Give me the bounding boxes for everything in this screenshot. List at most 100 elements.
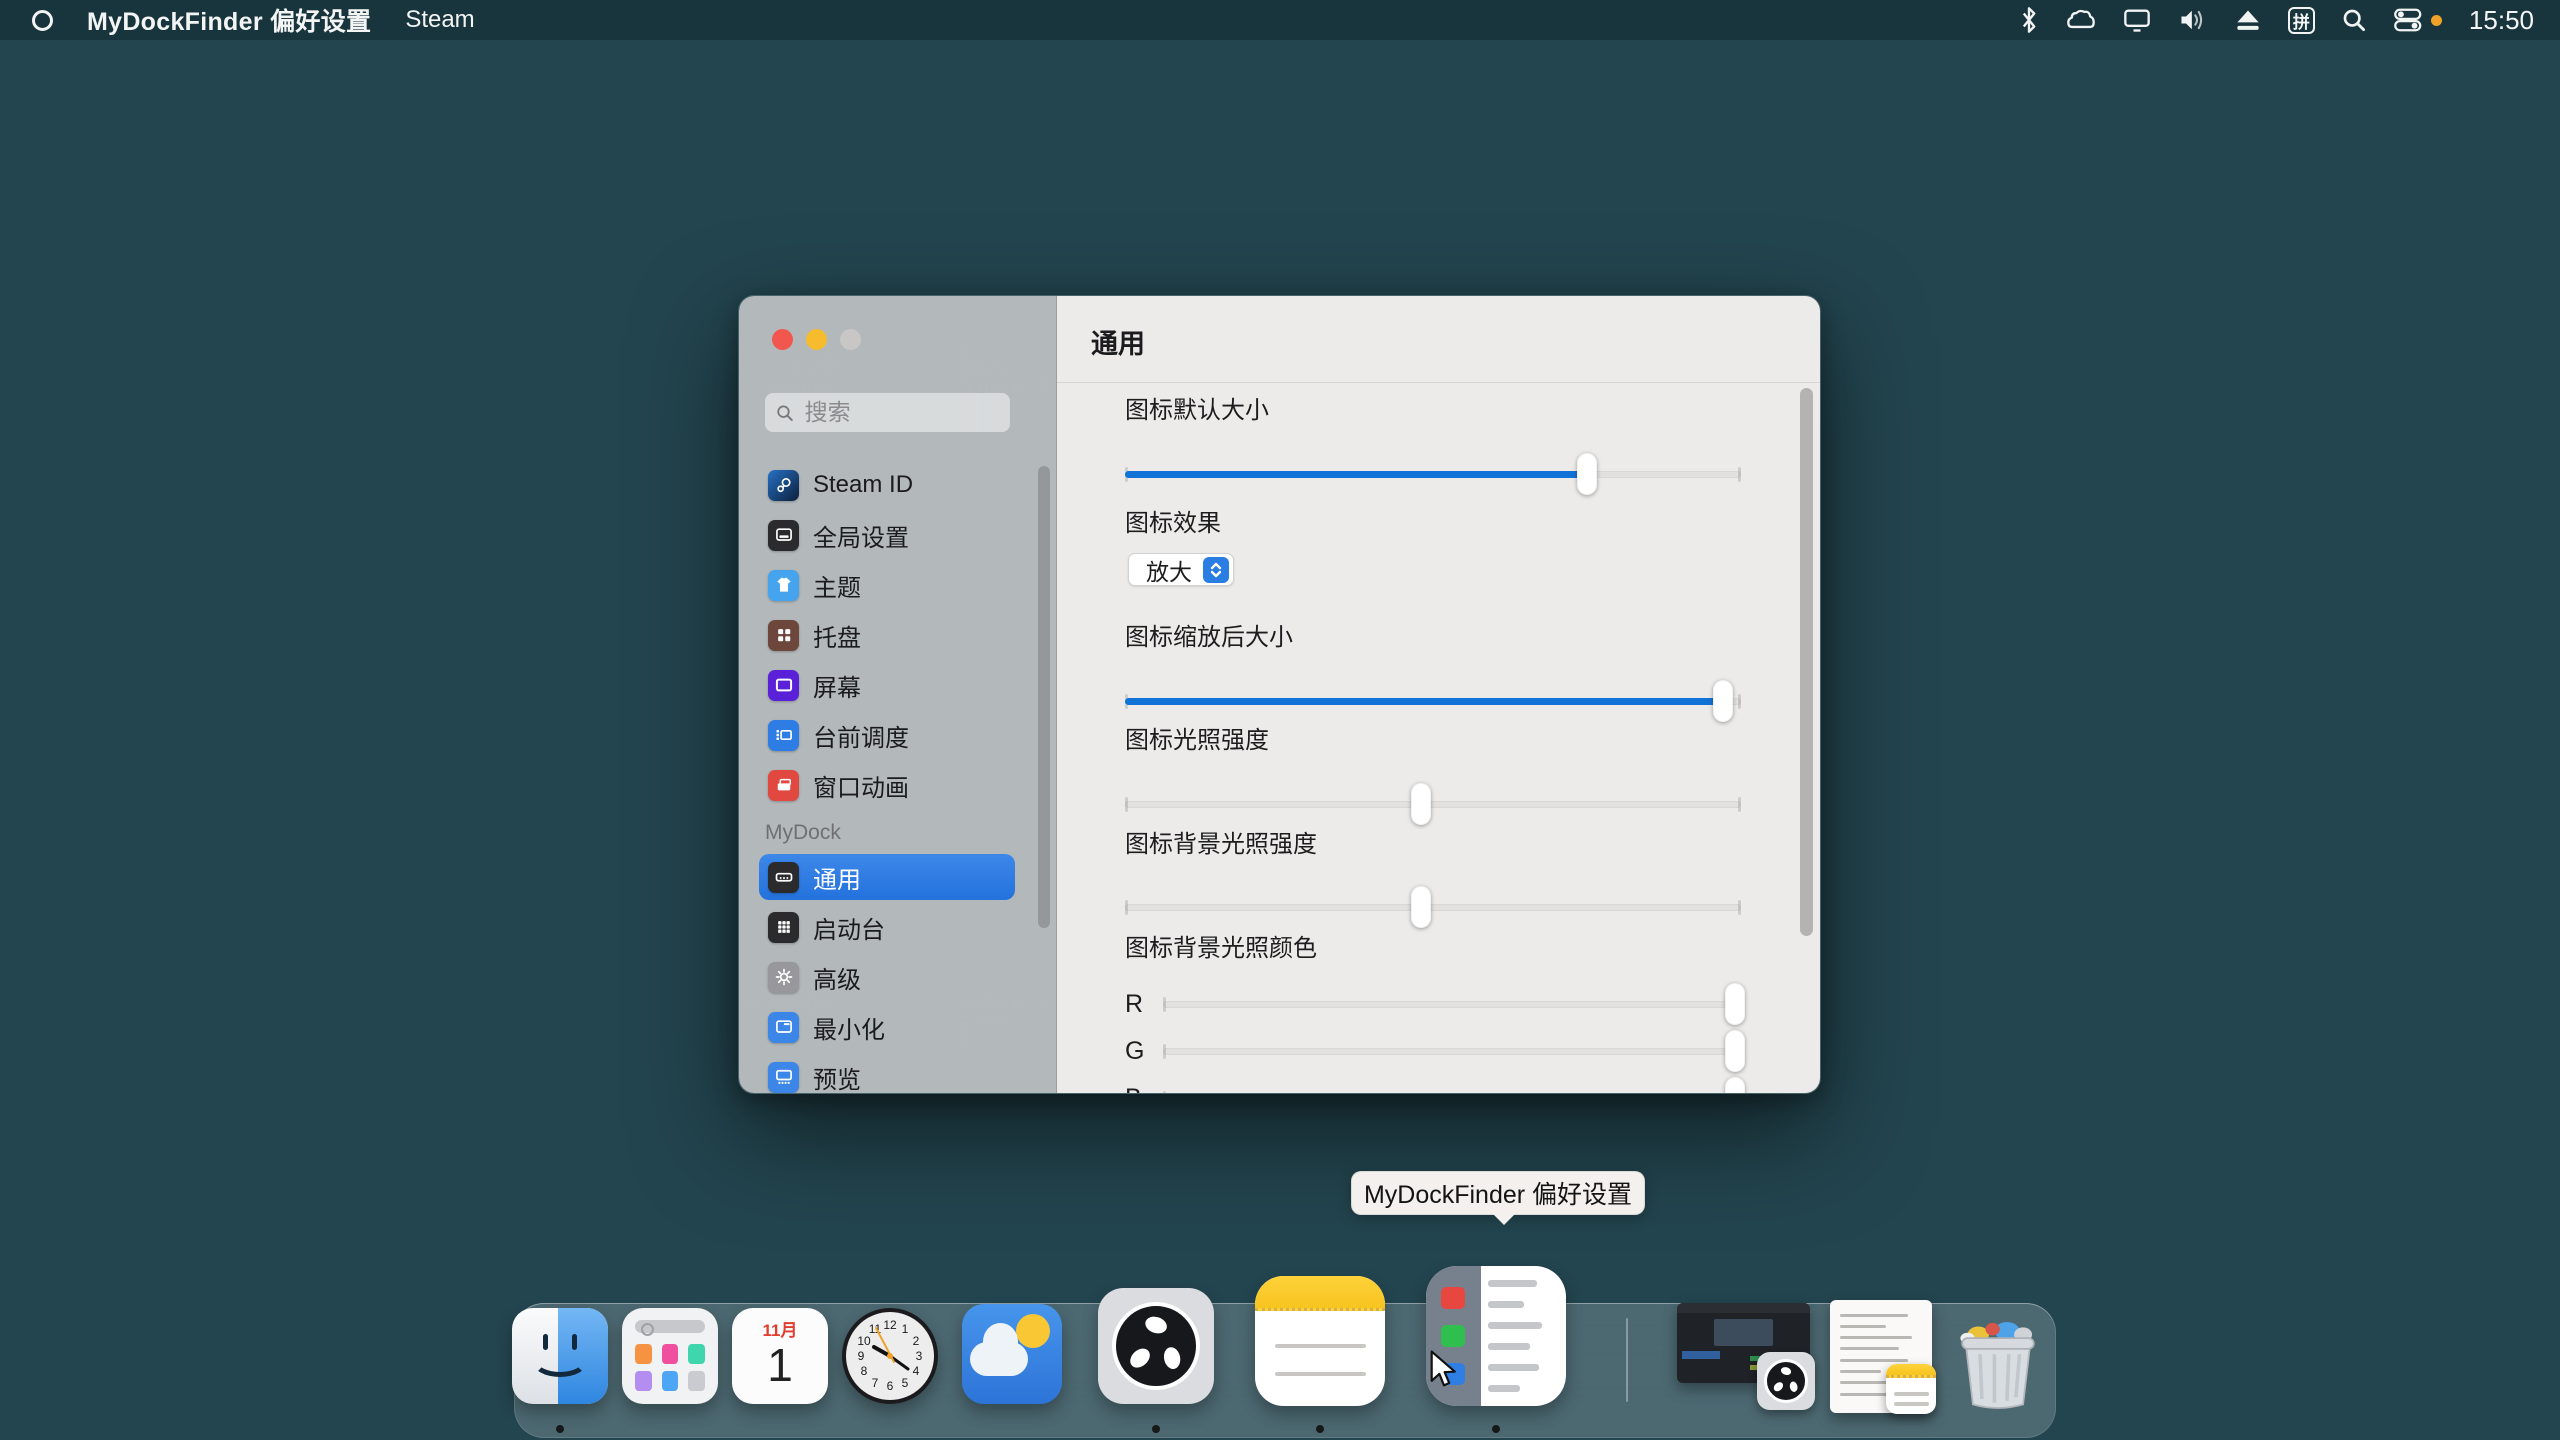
sidebar-item-global-settings[interactable]: 全局设置 xyxy=(759,512,1015,558)
sidebar-list: Steam ID全局设置主题托盘屏幕台前调度窗口动画MyDock通用启动台高级最… xyxy=(759,462,1015,1094)
network-drive-icon[interactable] xyxy=(2066,5,2096,35)
sidebar-item-label: 最小化 xyxy=(813,1010,885,1045)
slider-thumb[interactable] xyxy=(1725,1030,1745,1072)
dock-launchpad-icon[interactable] xyxy=(622,1308,718,1404)
close-button[interactable] xyxy=(772,329,793,350)
svg-text:6: 6 xyxy=(887,1379,894,1393)
search-input[interactable] xyxy=(803,398,999,427)
pinyin-input-icon[interactable]: 拼 xyxy=(2288,7,2315,34)
sidebar-item-tray[interactable]: 托盘 xyxy=(759,612,1015,658)
search-icon[interactable] xyxy=(2342,5,2366,35)
running-indicator xyxy=(556,1425,564,1433)
minimize-button[interactable] xyxy=(806,329,827,350)
svg-text:2: 2 xyxy=(913,1334,920,1348)
stage-manager-icon xyxy=(768,720,799,751)
setting-label: 图标默认大小 xyxy=(1125,395,1269,427)
svg-text:7: 7 xyxy=(872,1376,879,1390)
chevron-up-down-icon xyxy=(1203,557,1229,583)
window-animation-icon xyxy=(768,770,799,801)
status-dot xyxy=(2431,15,2442,26)
eject-icon[interactable] xyxy=(2235,5,2261,35)
content-body: 图标默认大小 图标效果 放大 图标缩放后大小 图标光照强度 xyxy=(1057,383,1820,1093)
steam-icon xyxy=(768,470,799,501)
sidebar-item-stage-manager[interactable]: 台前调度 xyxy=(759,712,1015,758)
sidebar-search[interactable] xyxy=(764,392,1011,433)
screen-icon xyxy=(768,670,799,701)
slider-thumb[interactable] xyxy=(1725,1077,1745,1093)
channel-label: G xyxy=(1125,1035,1144,1067)
preview-icon xyxy=(768,1062,799,1093)
dock-obs-icon[interactable] xyxy=(1098,1288,1214,1404)
menu-steam[interactable]: Steam xyxy=(405,6,474,34)
preferences-window: Steam ID全局设置主题托盘屏幕台前调度窗口动画MyDock通用启动台高级最… xyxy=(738,295,1821,1094)
slider-thumb[interactable] xyxy=(1577,453,1597,495)
volume-icon[interactable] xyxy=(2178,5,2208,35)
svg-text:8: 8 xyxy=(861,1364,868,1378)
mydf-lines xyxy=(1488,1280,1558,1392)
sidebar-item-label: 窗口动画 xyxy=(813,768,909,803)
svg-text:1: 1 xyxy=(902,1322,909,1336)
dock-weather-icon[interactable] xyxy=(962,1304,1062,1404)
menu-clock: 15:50 xyxy=(2469,5,2534,36)
launchpad-grid-icon xyxy=(768,912,799,943)
svg-text:4: 4 xyxy=(913,1364,920,1378)
sidebar-item-label: Steam ID xyxy=(813,471,913,499)
svg-text:12: 12 xyxy=(883,1318,897,1332)
calendar-month: 11月 xyxy=(763,1316,798,1341)
dock-finder-icon[interactable] xyxy=(512,1308,608,1404)
traffic-lights xyxy=(772,329,861,350)
svg-text:10: 10 xyxy=(857,1334,871,1348)
running-indicator xyxy=(1152,1425,1160,1433)
channel-label: B xyxy=(1125,1082,1142,1093)
dock-tooltip: MyDockFinder 偏好设置 xyxy=(1351,1171,1645,1215)
dock-clock-icon[interactable]: 12369 1245 781011 xyxy=(842,1308,938,1404)
dock-trash-icon[interactable] xyxy=(1955,1318,2041,1412)
system-logo-icon[interactable] xyxy=(32,10,53,31)
sidebar-item-launchpad-grid[interactable]: 启动台 xyxy=(759,904,1015,950)
control-center-icon[interactable] xyxy=(2393,5,2442,35)
icon-bg-light-intensity-slider[interactable] xyxy=(1125,885,1741,929)
sidebar-item-preview[interactable]: 预览 xyxy=(759,1054,1015,1094)
setting-label: 图标背景光照颜色 xyxy=(1125,933,1317,965)
sidebar-item-label: 高级 xyxy=(813,960,861,995)
sidebar-item-label: 启动台 xyxy=(813,910,885,945)
content-scrollbar[interactable] xyxy=(1800,388,1813,936)
settings-content: 通用 图标默认大小 图标效果 放大 图标缩放后大小 图标光照 xyxy=(1057,296,1820,1093)
sidebar-scrollbar[interactable] xyxy=(1038,466,1050,928)
svg-text:5: 5 xyxy=(902,1376,909,1390)
slider-thumb[interactable] xyxy=(1713,680,1733,722)
sidebar: Steam ID全局设置主题托盘屏幕台前调度窗口动画MyDock通用启动台高级最… xyxy=(739,296,1057,1093)
sidebar-item-label: 托盘 xyxy=(813,618,861,653)
minimize-icon xyxy=(768,1012,799,1043)
sidebar-item-dock-general[interactable]: 通用 xyxy=(759,854,1015,900)
svg-text:9: 9 xyxy=(858,1349,865,1363)
sidebar-item-minimize[interactable]: 最小化 xyxy=(759,1004,1015,1050)
icon-effect-select[interactable]: 放大 xyxy=(1128,553,1234,586)
mouse-cursor xyxy=(1427,1350,1461,1395)
green-channel-slider[interactable] xyxy=(1163,1029,1741,1073)
desktop: MyDockFinder 偏好设置 Steam 拼 xyxy=(0,0,2560,1440)
sidebar-item-label: 屏幕 xyxy=(813,668,861,703)
sidebar-item-screen[interactable]: 屏幕 xyxy=(759,662,1015,708)
dock-calendar-icon[interactable]: 11月 1 xyxy=(732,1308,828,1404)
zoom-button[interactable] xyxy=(840,329,861,350)
icon-light-intensity-slider[interactable] xyxy=(1125,782,1741,826)
slider-thumb[interactable] xyxy=(1411,783,1431,825)
running-indicator xyxy=(1492,1425,1500,1433)
sidebar-item-window-animation[interactable]: 窗口动画 xyxy=(759,762,1015,808)
menu-app-name[interactable]: MyDockFinder 偏好设置 xyxy=(87,2,371,38)
slider-thumb[interactable] xyxy=(1411,886,1431,928)
sidebar-item-steam[interactable]: Steam ID xyxy=(759,462,1015,508)
content-header: 通用 xyxy=(1057,296,1820,383)
slider-thumb[interactable] xyxy=(1725,983,1745,1025)
red-channel-slider[interactable] xyxy=(1163,982,1741,1026)
icon-size-slider[interactable] xyxy=(1125,452,1741,496)
setting-label: 图标背景光照强度 xyxy=(1125,829,1317,861)
icon-zoom-size-slider[interactable] xyxy=(1125,679,1741,723)
blue-channel-slider[interactable] xyxy=(1163,1076,1741,1093)
bluetooth-icon[interactable] xyxy=(2019,5,2039,35)
sidebar-item-theme[interactable]: 主题 xyxy=(759,562,1015,608)
sidebar-item-advanced-gear[interactable]: 高级 xyxy=(759,954,1015,1000)
display-icon[interactable] xyxy=(2123,5,2151,35)
dock-notes-icon[interactable] xyxy=(1255,1276,1385,1406)
